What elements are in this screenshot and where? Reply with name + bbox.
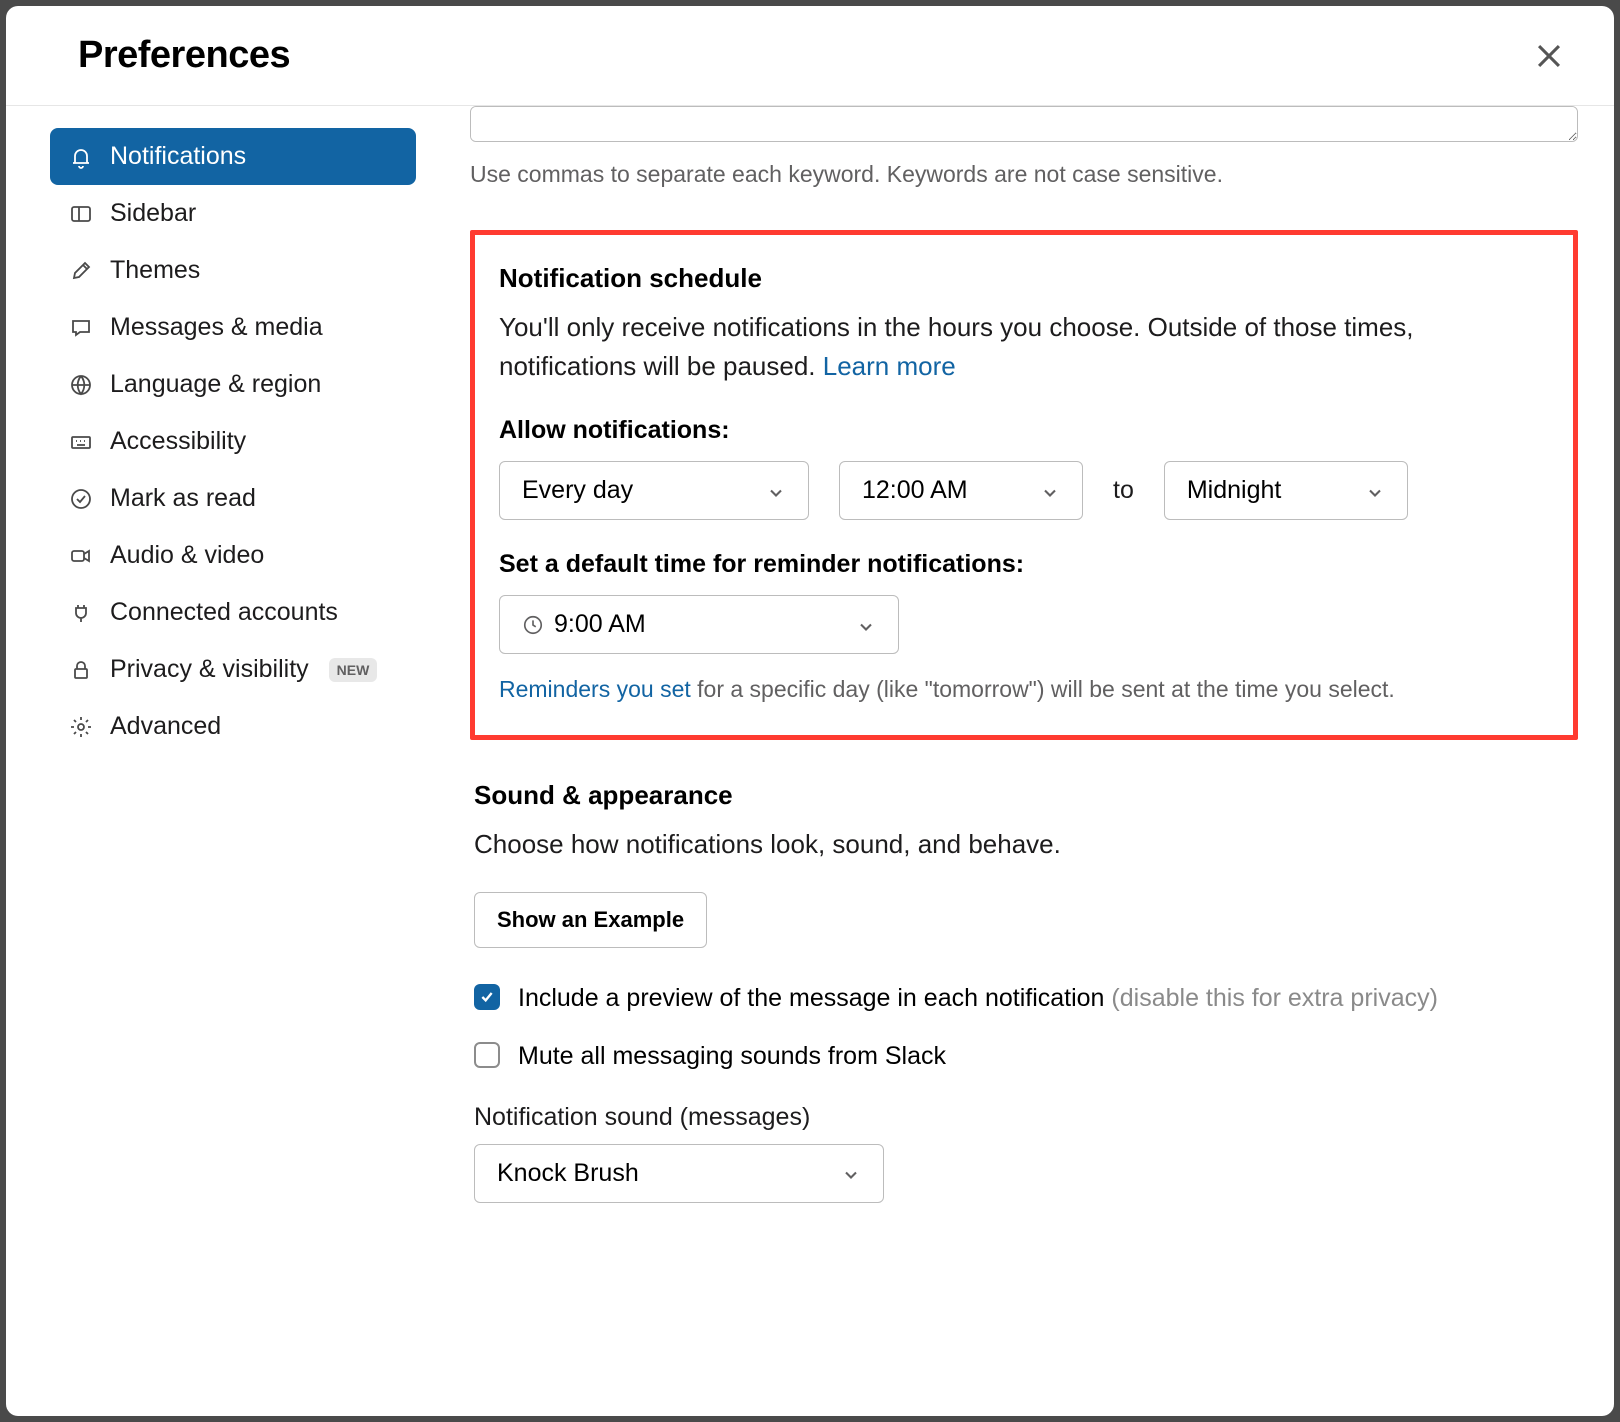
frequency-value: Every day [522, 476, 633, 505]
new-badge: NEW [329, 658, 378, 682]
clock-icon [522, 614, 544, 636]
default-time-value: 9:00 AM [554, 610, 646, 639]
learn-more-link[interactable]: Learn more [823, 351, 956, 381]
sidebar-item-mark-read[interactable]: Mark as read [50, 470, 416, 527]
modal-body: Notifications Sidebar Themes Messages & … [6, 106, 1614, 1416]
sidebar-item-audio-video[interactable]: Audio & video [50, 527, 416, 584]
brush-icon [68, 258, 94, 284]
content-pane: Use commas to separate each keyword. Key… [446, 106, 1614, 1416]
sidebar-item-themes[interactable]: Themes [50, 242, 416, 299]
video-icon [68, 543, 94, 569]
default-time-select[interactable]: 9:00 AM [499, 595, 899, 654]
modal-title: Preferences [78, 34, 290, 77]
chevron-down-icon [841, 1163, 861, 1183]
default-time-label: Set a default time for reminder notifica… [499, 550, 1549, 579]
sidebar: Notifications Sidebar Themes Messages & … [6, 106, 446, 1416]
mute-checkbox-row: Mute all messaging sounds from Slack [474, 1038, 1574, 1074]
start-time-select[interactable]: 12:00 AM [839, 461, 1083, 520]
preview-checkbox[interactable] [474, 984, 500, 1010]
schedule-description: You'll only receive notifications in the… [499, 308, 1549, 386]
reminders-link[interactable]: Reminders you set [499, 676, 691, 702]
lock-icon [68, 657, 94, 683]
sidebar-item-notifications[interactable]: Notifications [50, 128, 416, 185]
sidebar-item-label: Language & region [110, 370, 321, 399]
plug-icon [68, 600, 94, 626]
close-icon [1532, 39, 1566, 73]
notification-schedule-section: Notification schedule You'll only receiv… [470, 230, 1578, 740]
preview-label: Include a preview of the message in each… [518, 980, 1438, 1016]
sound-appearance-section: Sound & appearance Choose how notificati… [470, 780, 1578, 1203]
chevron-down-icon [766, 481, 786, 501]
sidebar-item-accessibility[interactable]: Accessibility [50, 413, 416, 470]
preferences-modal: Preferences Notifications Sidebar Themes… [6, 6, 1614, 1416]
gear-icon [68, 714, 94, 740]
bell-icon [68, 144, 94, 170]
check-circle-icon [68, 486, 94, 512]
notification-sound-value: Knock Brush [497, 1159, 639, 1188]
sidebar-item-privacy[interactable]: Privacy & visibility NEW [50, 641, 416, 698]
sound-description: Choose how notifications look, sound, an… [474, 825, 1574, 864]
sidebar-item-connected[interactable]: Connected accounts [50, 584, 416, 641]
show-example-button[interactable]: Show an Example [474, 892, 707, 948]
schedule-title: Notification schedule [499, 263, 1549, 294]
chevron-down-icon [1040, 481, 1060, 501]
to-label: to [1113, 476, 1134, 505]
close-button[interactable] [1532, 39, 1566, 73]
sidebar-item-messages[interactable]: Messages & media [50, 299, 416, 356]
sidebar-item-sidebar[interactable]: Sidebar [50, 185, 416, 242]
sidebar-item-label: Connected accounts [110, 598, 338, 627]
sidebar-item-label: Accessibility [110, 427, 246, 456]
sidebar-item-label: Notifications [110, 142, 246, 171]
sidebar-item-advanced[interactable]: Advanced [50, 698, 416, 755]
chevron-down-icon [1365, 481, 1385, 501]
sidebar-item-label: Advanced [110, 712, 221, 741]
notification-sound-label: Notification sound (messages) [474, 1103, 1574, 1132]
keywords-helper: Use commas to separate each keyword. Key… [470, 161, 1578, 188]
message-icon [68, 315, 94, 341]
chevron-down-icon [856, 615, 876, 635]
sidebar-item-label: Themes [110, 256, 200, 285]
start-time-value: 12:00 AM [862, 476, 968, 505]
sidebar-item-label: Audio & video [110, 541, 264, 570]
sidebar-item-label: Sidebar [110, 199, 196, 228]
modal-header: Preferences [6, 6, 1614, 106]
sidebar-item-language[interactable]: Language & region [50, 356, 416, 413]
keyboard-icon [68, 429, 94, 455]
check-icon [479, 989, 495, 1005]
sound-title: Sound & appearance [474, 780, 1574, 811]
mute-checkbox[interactable] [474, 1042, 500, 1068]
globe-icon [68, 372, 94, 398]
frequency-select[interactable]: Every day [499, 461, 809, 520]
notification-sound-select[interactable]: Knock Brush [474, 1144, 884, 1203]
sidebar-item-label: Messages & media [110, 313, 323, 342]
keywords-input[interactable] [470, 106, 1578, 142]
sidebar-item-label: Privacy & visibility [110, 655, 309, 684]
sidebar-item-label: Mark as read [110, 484, 256, 513]
reminder-hint: Reminders you set for a specific day (li… [499, 676, 1549, 703]
mute-label: Mute all messaging sounds from Slack [518, 1038, 946, 1074]
sidebar-icon [68, 201, 94, 227]
end-time-select[interactable]: Midnight [1164, 461, 1408, 520]
preview-checkbox-row: Include a preview of the message in each… [474, 980, 1574, 1016]
end-time-value: Midnight [1187, 476, 1282, 505]
allow-notifications-label: Allow notifications: [499, 416, 1549, 445]
